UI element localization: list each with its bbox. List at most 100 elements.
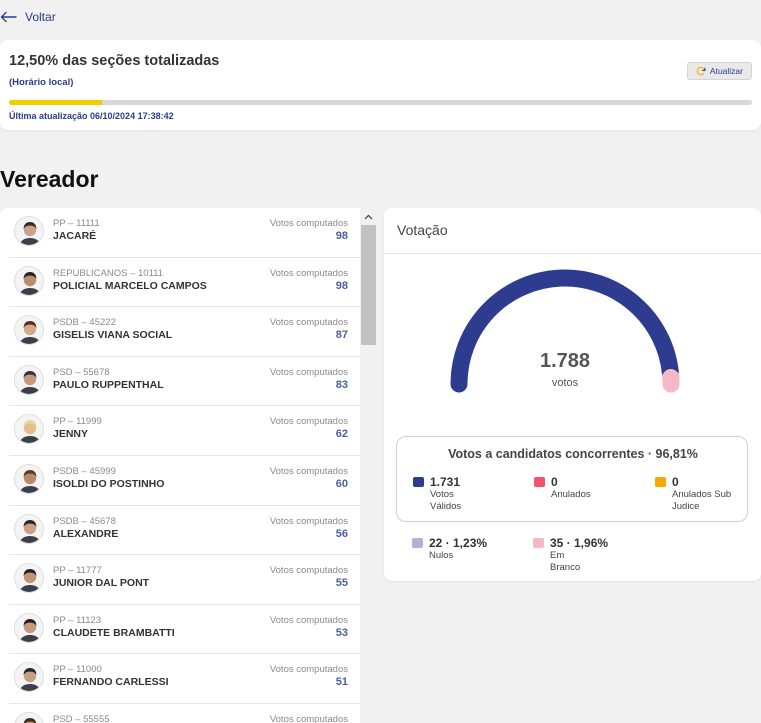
legend-label: Votos Válidos	[430, 489, 462, 512]
candidate-row[interactable]: PSD – 55678 PAULO RUPPENTHAL Votos computa…	[9, 357, 360, 407]
candidate-votes: 51	[335, 676, 348, 689]
total-votes-label: votos	[551, 377, 579, 389]
legend-swatch	[534, 477, 545, 487]
legend-value: 1.731	[430, 475, 461, 489]
legend-value: 22 · 1,23%	[429, 536, 488, 550]
candidate-party: PP – 11123	[53, 614, 102, 626]
candidate-row[interactable]: PP – 11000 FERNANDO CARLESSI Votos computa…	[9, 654, 360, 704]
candidate-name: FERNANDO CARLESSI	[53, 676, 169, 689]
refresh-icon	[696, 66, 706, 76]
chevron-up-icon	[364, 214, 373, 220]
candidate-votes: 98	[335, 279, 348, 292]
timezone-note: (Horário local)	[9, 77, 74, 88]
candidate-votes: 98	[335, 230, 348, 242]
refresh-label: Atualizar	[709, 66, 743, 76]
candidate-party: PP – 11111	[53, 218, 100, 229]
votes-label: Votos computados	[269, 267, 348, 279]
candidate-votes: 56	[335, 527, 348, 540]
votes-label: Votos computados	[269, 366, 348, 378]
candidate-votes: 87	[335, 329, 348, 342]
scrollbar-thumb[interactable]	[361, 225, 376, 345]
candidate-votes: 83	[335, 378, 348, 391]
votes-label: Votos computados	[269, 416, 348, 428]
candidate-votes: 60	[335, 477, 348, 490]
candidate-avatar	[14, 265, 44, 296]
arrow-left-icon	[0, 11, 17, 23]
candidate-list[interactable]: PP – 11111 JACARÉ Votos computados 98 REPUBL…	[9, 208, 360, 723]
candidate-avatar	[14, 364, 44, 395]
votes-label: Votos computados	[269, 317, 348, 329]
candidate-row[interactable]: PSDB – 45678 ALEXANDRE Votos computados 56	[9, 506, 360, 556]
totalization-progress-bar	[9, 100, 752, 105]
legend-label: Nulos	[429, 550, 454, 561]
candidate-name: JUNIOR DAL PONT	[53, 577, 150, 590]
votes-label: Votos computados	[269, 713, 348, 723]
candidate-name: PAULO RUPPENTHAL	[53, 378, 164, 391]
candidate-row[interactable]: PSD – 55555 Votos computados	[9, 704, 360, 723]
totalization-title: 12,50% das seções totalizadas	[9, 53, 220, 69]
back-label: Voltar	[25, 10, 56, 24]
candidate-row[interactable]: REPUBLICANOS – 10111 POLICIAL MARCELO CAM…	[9, 258, 360, 308]
legend-swatch	[412, 538, 423, 548]
totalization-progress-fill	[9, 100, 102, 105]
candidate-party: PP – 11999	[53, 416, 102, 428]
candidate-party: PSD – 55555	[53, 713, 110, 723]
candidate-row[interactable]: PP – 11777 JUNIOR DAL PONT Votos computado…	[9, 555, 360, 605]
legend-swatch	[413, 477, 424, 487]
candidate-row[interactable]: PSDB – 45222 GISELIS VIANA SOCIAL Votos co…	[9, 307, 360, 357]
candidate-avatar	[14, 711, 44, 723]
candidate-name: POLICIAL MARCELO CAMPOS	[53, 279, 207, 292]
candidate-party: PSDB – 45678	[53, 515, 116, 527]
candidate-name: GISELIS VIANA SOCIAL	[53, 329, 173, 342]
candidate-votes: 55	[335, 577, 348, 590]
list-scrollbar[interactable]	[360, 208, 377, 723]
candidate-name: JENNY	[53, 428, 89, 441]
candidate-name: ALEXANDRE	[53, 527, 119, 540]
legend-swatch	[655, 477, 666, 487]
back-link[interactable]: Voltar	[0, 8, 56, 26]
total-votes: 1.788	[539, 350, 591, 372]
candidate-avatar	[14, 563, 44, 594]
section-title: Vereador	[0, 166, 99, 192]
legend-label: Anulados Sub Judice	[672, 489, 732, 512]
candidate-row[interactable]: PP – 11111 JACARÉ Votos computados 98	[9, 208, 360, 258]
candidate-party: PSDB – 45222	[53, 317, 116, 329]
candidate-avatar	[14, 463, 44, 494]
legend-label: Anulados	[551, 489, 591, 500]
candidate-row[interactable]: PP – 11123 CLAUDETE BRAMBATTI Votos comput…	[9, 605, 360, 655]
candidate-party: PP – 11777	[53, 565, 102, 577]
scroll-up-button[interactable]	[360, 210, 377, 224]
candidate-votes: 62	[335, 428, 348, 441]
concorrentes-title: Votos a candidatos concorrentes · 96,81%	[448, 447, 698, 461]
voting-card: Votação 1.788 votos Votos a candidatos c…	[384, 208, 761, 581]
candidate-list-card: PP – 11111 JACARÉ Votos computados 98 REPUBL…	[0, 208, 377, 723]
candidate-avatar	[14, 662, 44, 693]
votes-label: Votos computados	[269, 664, 348, 676]
candidate-votes: 53	[335, 626, 348, 639]
candidate-party: REPUBLICANOS – 10111	[53, 267, 164, 279]
totalization-card: 12,50% das seções totalizadas (Horário l…	[0, 40, 761, 130]
votes-label: Votos computados	[269, 614, 348, 626]
votes-label: Votos computados	[269, 465, 348, 477]
candidate-party: PSD – 55678	[53, 366, 110, 378]
candidate-name: CLAUDETE BRAMBATTI	[53, 626, 175, 639]
candidate-party: PP – 11000	[53, 664, 102, 676]
candidate-avatar	[14, 612, 44, 643]
votes-label: Votos computados	[269, 515, 348, 527]
candidate-row[interactable]: PSDB – 45999 ISOLDI DO POSTINHO Votos comp…	[9, 456, 360, 506]
candidate-avatar	[14, 216, 44, 246]
candidate-party: PSDB – 45999	[53, 465, 116, 477]
legend-value: 35 · 1,96%	[550, 536, 609, 550]
votes-label: Votos computados	[269, 565, 348, 577]
candidate-avatar	[14, 414, 44, 445]
legend-value: 0	[672, 475, 679, 489]
concorrentes-box: Votos a candidatos concorrentes · 96,81%…	[396, 436, 748, 522]
candidate-avatar	[14, 315, 44, 346]
legend-swatch	[533, 538, 544, 548]
refresh-button[interactable]: Atualizar	[686, 62, 752, 80]
candidate-avatar	[14, 513, 44, 544]
legend-value: 0	[551, 475, 558, 489]
candidate-row[interactable]: PP – 11999 JENNY Votos computados 62	[9, 406, 360, 456]
candidate-name: JACARÉ	[53, 230, 97, 242]
votes-label: Votos computados	[269, 218, 348, 229]
